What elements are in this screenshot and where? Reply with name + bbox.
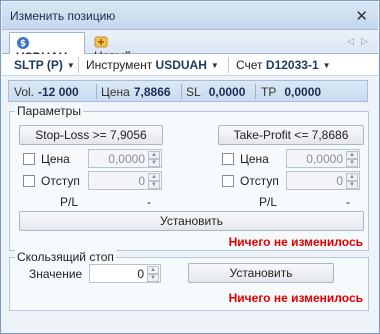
chevron-down-icon: ▼	[66, 61, 75, 70]
tp-price-checkbox[interactable]	[222, 153, 234, 165]
tp-offset-label: Отступ	[240, 174, 279, 188]
separator	[78, 57, 79, 73]
sl-pl-value: -	[147, 195, 151, 209]
tab-scroll-left-icon[interactable]: ◁	[347, 36, 354, 47]
stepper-down-icon[interactable]: ▼	[346, 181, 358, 189]
new-tab-icon	[94, 36, 108, 48]
stepper-down-icon[interactable]: ▼	[148, 181, 160, 189]
sl-info: SL 0,0000	[186, 85, 246, 99]
sl-price-label: Цена	[41, 152, 70, 166]
sl-offset-value: 0	[138, 174, 145, 188]
separator	[181, 84, 182, 99]
trailing-status-message: Ничего не изменилось	[228, 291, 363, 305]
window-title: Изменить позицию	[10, 9, 116, 23]
stepper-up-icon[interactable]: ▲	[147, 266, 159, 274]
stepper-up-icon[interactable]: ▲	[346, 151, 358, 159]
tp-price-value: 0,0000	[306, 152, 343, 166]
tp-pl-label: P/L	[259, 195, 278, 209]
tab-usduah[interactable]: $ USDUAH	[9, 32, 85, 64]
stepper-down-icon[interactable]: ▼	[148, 159, 160, 167]
toolbar: SLTP (P) ▼ Инструмент USDUAH ▼ Счет D12033…	[2, 54, 378, 76]
price-info: Цена 7,8866	[101, 85, 171, 99]
sltp-status-message: Ничего не изменилось	[228, 235, 363, 249]
trailing-value-label: Значение	[29, 267, 83, 281]
sl-price-checkbox[interactable]	[23, 153, 35, 165]
tp-info: TP 0,0000	[261, 85, 322, 99]
svg-text:$: $	[20, 39, 26, 49]
take-profit-button[interactable]: Take-Profit <= 7,8686	[218, 125, 364, 145]
stepper-down-icon[interactable]: ▼	[346, 159, 358, 167]
tp-offset-checkbox[interactable]	[222, 175, 234, 187]
sl-offset-label: Отступ	[41, 174, 80, 188]
stepper-up-icon[interactable]: ▲	[148, 173, 160, 181]
tp-pl-value: -	[346, 195, 350, 209]
instrument-dropdown[interactable]: Инструмент USDUAH ▼	[86, 58, 219, 72]
set-sltp-button[interactable]: Установить	[19, 211, 364, 231]
stepper-down-icon[interactable]: ▼	[147, 274, 159, 282]
separator	[255, 84, 256, 99]
tab-new[interactable]: Новый	[88, 32, 152, 63]
position-info-bar: Vol. -12 000 Цена 7,8866 SL 0,0000 TP 0,0000	[8, 80, 368, 102]
tab-scroll-right-icon[interactable]: ▷	[361, 36, 368, 47]
close-icon[interactable]: ✕	[355, 7, 368, 25]
sl-offset-stepper[interactable]: 0 ▲ ▼	[88, 171, 162, 190]
tab-strip: $ USDUAH Новый ◁ ▷	[2, 30, 378, 64]
modify-position-window: Изменить позицию ✕ $ USDUAH Новый ◁ ▷ SL…	[0, 0, 380, 334]
stepper-up-icon[interactable]: ▲	[346, 173, 358, 181]
trailing-stop-title: Скользящий стоп	[15, 250, 116, 264]
sl-pl-label: P/L	[60, 195, 79, 209]
tp-price-stepper[interactable]: 0,0000 ▲ ▼	[286, 149, 360, 168]
tp-price-label: Цена	[240, 152, 269, 166]
stop-loss-button[interactable]: Stop-Loss >= 7,9056	[19, 125, 163, 145]
separator	[96, 84, 97, 99]
sl-price-value: 0,0000	[108, 152, 145, 166]
title-bar: Изменить позицию ✕	[2, 2, 378, 30]
sl-offset-checkbox[interactable]	[23, 175, 35, 187]
tp-offset-stepper[interactable]: 0 ▲ ▼	[286, 171, 360, 190]
stepper-up-icon[interactable]: ▲	[148, 151, 160, 159]
trailing-value: 0	[137, 267, 144, 281]
parameters-title: Параметры	[15, 104, 83, 118]
tp-offset-value: 0	[336, 174, 343, 188]
account-dropdown[interactable]: Счет D12033-1 ▼	[236, 58, 331, 72]
trailing-value-stepper[interactable]: 0 ▲ ▼	[89, 264, 161, 283]
chevron-down-icon: ▼	[322, 61, 331, 70]
sl-price-stepper[interactable]: 0,0000 ▲ ▼	[88, 149, 162, 168]
separator	[228, 57, 229, 73]
volume-info: Vol. -12 000	[14, 85, 79, 99]
set-trailing-button[interactable]: Установить	[188, 263, 334, 283]
currency-pair-icon: $	[17, 37, 29, 49]
mode-dropdown[interactable]: SLTP (P) ▼	[14, 58, 75, 72]
chevron-down-icon: ▼	[210, 61, 219, 70]
